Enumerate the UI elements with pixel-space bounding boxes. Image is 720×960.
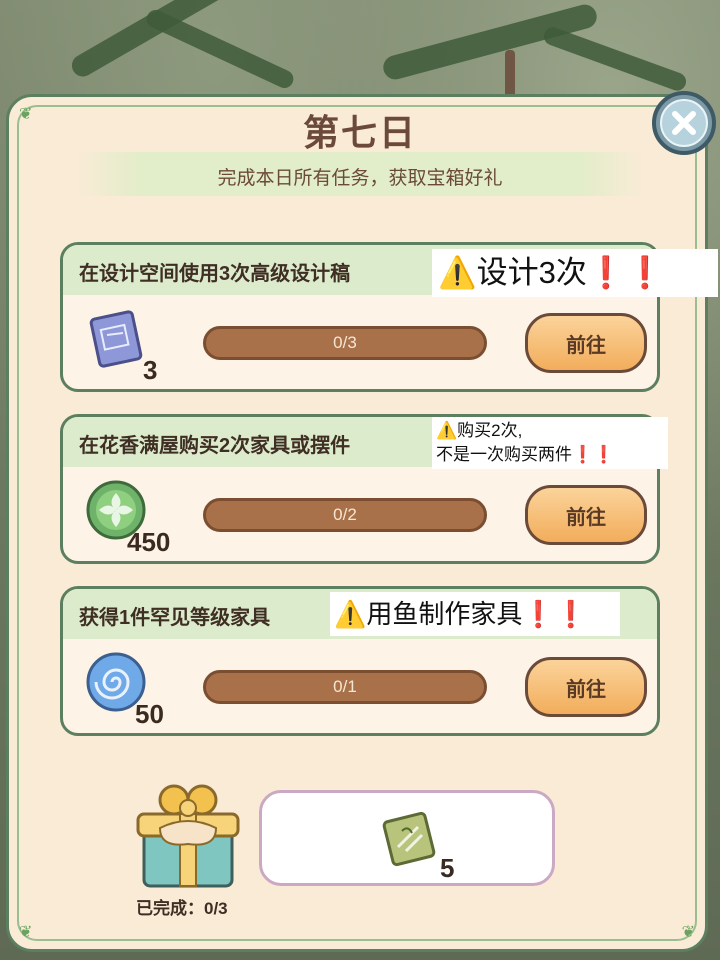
warning-icon: ⚠️ xyxy=(334,599,367,629)
gift-chest-icon[interactable] xyxy=(130,778,246,894)
progress-text: 0/2 xyxy=(333,505,357,524)
bamboo-stalk xyxy=(505,50,515,100)
warning-text: 设计3次 xyxy=(476,255,587,290)
task-progress-bar: 0/3 xyxy=(203,326,487,360)
close-button[interactable] xyxy=(652,91,716,155)
warning-line-2: 不是一次购买两件 xyxy=(436,445,572,464)
warning-note: ⚠️购买2次, 不是一次购买两件❗❗ xyxy=(432,417,668,469)
exclamation-marks: ❗❗ xyxy=(572,445,615,464)
go-button[interactable]: 前往 xyxy=(525,313,647,373)
go-button[interactable]: 前往 xyxy=(525,485,647,545)
final-reward-quantity: 5 xyxy=(440,853,455,883)
go-button-label: 前往 xyxy=(566,678,606,701)
progress-text: 0/1 xyxy=(333,677,357,696)
close-icon xyxy=(660,99,708,147)
reward-quantity: 3 xyxy=(143,355,158,385)
warning-line-1: 购买2次, xyxy=(457,421,523,440)
go-button-label: 前往 xyxy=(566,506,606,529)
task-label: 获得1件罕见等级家具 xyxy=(79,607,271,629)
exclamation-marks: ❗❗ xyxy=(522,599,588,629)
task-label: 在设计空间使用3次高级设计稿 xyxy=(79,263,351,285)
warning-note: ⚠️设计3次❗❗ xyxy=(432,249,718,297)
corner-leaf-icon: ❦ xyxy=(19,924,33,941)
warning-note: ⚠️用鱼制作家具❗❗ xyxy=(330,592,620,636)
bamboo-seed-packet-icon xyxy=(378,807,440,869)
page-title: 第七日 xyxy=(302,112,417,153)
warning-icon: ⚠️ xyxy=(438,255,477,290)
go-button[interactable]: 前往 xyxy=(525,657,647,717)
task-progress-bar: 0/2 xyxy=(203,498,487,532)
exclamation-marks: ❗❗ xyxy=(586,255,665,290)
page-subtitle: 完成本日所有任务，获取宝箱好礼 xyxy=(217,168,503,189)
completion-status: 已完成：0/3 xyxy=(136,899,228,918)
progress-text: 0/3 xyxy=(333,333,357,352)
reward-quantity: 50 xyxy=(135,699,164,729)
blueprint-scroll-icon xyxy=(85,307,147,369)
corner-leaf-icon: ❦ xyxy=(681,924,695,941)
reward-quantity: 450 xyxy=(127,527,171,557)
task-progress-bar: 0/1 xyxy=(203,670,487,704)
go-button-label: 前往 xyxy=(566,334,606,357)
final-reward-box: 5 xyxy=(259,790,555,886)
task-label: 在花香满屋购买2次家具或摆件 xyxy=(79,435,351,457)
warning-icon: ⚠️ xyxy=(436,421,458,440)
warning-text: 用鱼制作家具 xyxy=(366,599,523,629)
